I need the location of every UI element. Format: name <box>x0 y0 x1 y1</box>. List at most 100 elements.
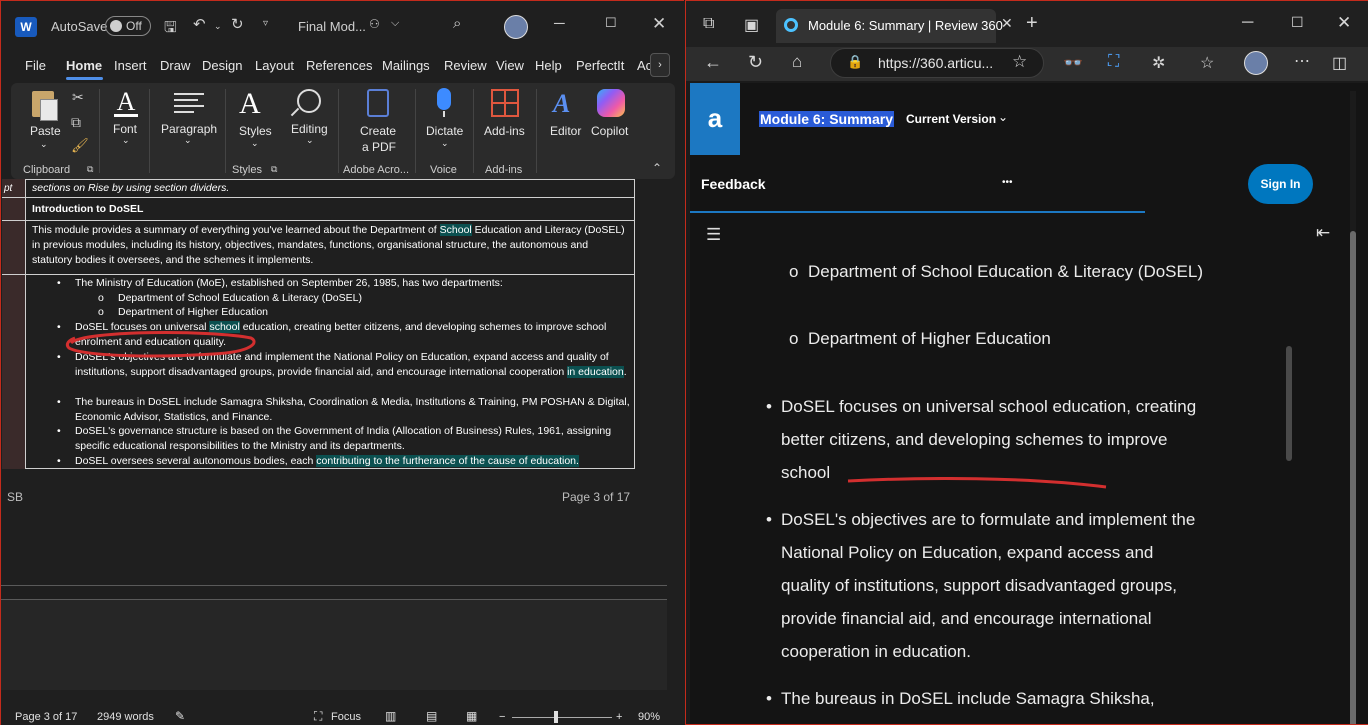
workspaces-icon[interactable]: ⧉ <box>703 15 714 33</box>
version-selector[interactable]: Current Version <box>906 112 996 126</box>
editing-button[interactable]: Editing <box>291 122 328 136</box>
doc-sub-bullet-1[interactable]: Department of School Education & Literac… <box>118 291 362 306</box>
back-icon[interactable]: ← <box>704 52 722 73</box>
close-icon[interactable]: ✕ <box>652 14 666 34</box>
autosave-toggle[interactable]: Off <box>105 16 151 36</box>
tab-actions-icon[interactable]: ▣ <box>744 15 759 35</box>
maximize-icon[interactable]: ☐ <box>1291 14 1304 31</box>
focus-icon[interactable]: ⛶ <box>314 709 322 724</box>
addins-button[interactable]: Add-ins <box>484 124 525 138</box>
doc-bullet-4[interactable]: The bureaus in DoSEL include Samagra Shi… <box>75 395 631 425</box>
paste-dropdown-icon[interactable]: ⌄ <box>40 139 48 150</box>
coauthor-icon[interactable]: ⚇ <box>369 17 380 31</box>
menu-references[interactable]: References <box>306 58 372 73</box>
favorite-star-icon[interactable]: ☆ <box>1012 52 1027 72</box>
undo-icon[interactable]: ↶ <box>193 15 206 33</box>
editing-icon[interactable] <box>297 89 321 113</box>
paragraph-icon[interactable] <box>174 91 204 115</box>
undo-dropdown-icon[interactable]: ⌄ <box>214 21 222 32</box>
screenshot-icon[interactable]: ⛶ <box>1108 53 1119 71</box>
minimize-icon[interactable]: ─ <box>1242 14 1253 32</box>
refresh-icon[interactable]: ↻ <box>748 52 763 73</box>
create-pdf-button-line2[interactable]: a PDF <box>362 140 396 154</box>
zoom-level[interactable]: 90% <box>638 711 660 723</box>
page-scrollbar[interactable] <box>1350 91 1356 724</box>
content-scrollbar-thumb[interactable] <box>1286 346 1292 461</box>
editing-dropdown-icon[interactable]: ⌄ <box>306 135 314 146</box>
zoom-out-icon[interactable]: − <box>499 711 505 723</box>
profile-avatar[interactable] <box>1244 51 1268 75</box>
favorites-icon[interactable]: ☆ <box>1200 53 1214 73</box>
copilot-sidebar-icon[interactable]: ◫ <box>1332 53 1347 73</box>
paste-button[interactable]: Paste <box>30 124 61 138</box>
copilot-icon[interactable] <box>597 89 625 117</box>
save-icon[interactable]: 🖫 <box>164 17 177 42</box>
styles-dropdown-icon[interactable]: ⌄ <box>251 138 259 149</box>
collapse-sidebar-icon[interactable]: ⇤ <box>1316 223 1330 243</box>
lock-icon[interactable]: 🔒 <box>847 54 863 70</box>
doc-heading[interactable]: Introduction to DoSEL <box>32 202 143 217</box>
create-pdf-icon[interactable] <box>367 89 389 117</box>
proofing-icon[interactable]: ✎ <box>175 709 185 723</box>
font-dropdown-icon[interactable]: ⌄ <box>122 135 130 146</box>
customize-icon[interactable]: ▿ <box>263 18 268 29</box>
doc-bullet-5[interactable]: DoSEL's governance structure is based on… <box>75 424 631 454</box>
font-icon[interactable]: A <box>114 87 138 116</box>
cut-icon[interactable]: ✂ <box>72 89 84 106</box>
sign-in-button[interactable]: Sign In <box>1248 164 1313 204</box>
maximize-icon[interactable]: ☐ <box>605 15 617 31</box>
menu-design[interactable]: Design <box>202 58 242 73</box>
paste-icon[interactable] <box>30 89 58 121</box>
tab-title[interactable]: Module 6: Summary | Review 360 <box>808 18 1003 33</box>
ribbon-scroll-right-icon[interactable]: › <box>650 53 670 77</box>
status-page[interactable]: Page 3 of 17 <box>15 711 77 723</box>
document-title[interactable]: Final Mod... <box>298 19 366 34</box>
new-tab-icon[interactable]: + <box>1026 12 1038 35</box>
extensions-icon[interactable]: ✲ <box>1152 53 1165 73</box>
menu-help[interactable]: Help <box>535 58 562 73</box>
close-icon[interactable]: ✕ <box>1337 13 1351 33</box>
menu-review[interactable]: Review <box>444 58 487 73</box>
dictate-button[interactable]: Dictate <box>426 124 463 138</box>
doc-bullet-6[interactable]: DoSEL oversees several autonomous bodies… <box>75 454 631 469</box>
zoom-slider-thumb[interactable] <box>554 711 558 723</box>
microphone-icon[interactable] <box>437 88 451 110</box>
editor-icon[interactable]: A <box>553 89 570 119</box>
create-pdf-button[interactable]: Create <box>360 124 396 138</box>
menu-home[interactable]: Home <box>66 58 102 73</box>
status-words[interactable]: 2949 words <box>97 711 154 723</box>
minimize-icon[interactable]: ─ <box>554 15 565 32</box>
profile-avatar[interactable] <box>504 15 528 39</box>
print-layout-icon[interactable]: ▤ <box>426 709 437 723</box>
styles-launcher-icon[interactable]: ⧉ <box>271 164 277 175</box>
tab-close-icon[interactable]: ✕ <box>1001 15 1013 32</box>
doc-bullet-1[interactable]: The Ministry of Education (MoE), establi… <box>75 276 631 291</box>
styles-button[interactable]: Styles <box>239 124 272 138</box>
menu-view[interactable]: View <box>496 58 524 73</box>
chevron-down-icon[interactable]: ⌄ <box>998 110 1008 124</box>
doc-paragraph[interactable]: This module provides a summary of everyt… <box>32 223 630 268</box>
search-icon[interactable]: ⌕ <box>453 15 461 32</box>
zoom-slider-track[interactable] <box>512 717 612 718</box>
feedback-label[interactable]: Feedback <box>701 176 766 192</box>
chevron-down-icon[interactable]: ⌵ <box>391 17 399 30</box>
styles-icon[interactable]: A <box>239 87 261 121</box>
status-focus[interactable]: Focus <box>331 711 361 723</box>
paragraph-button[interactable]: Paragraph <box>161 122 217 136</box>
doc-row0[interactable]: sections on Rise by using section divide… <box>32 181 229 196</box>
menu-icon[interactable]: ☰ <box>706 225 721 245</box>
dictate-dropdown-icon[interactable]: ⌄ <box>441 138 449 149</box>
menu-layout[interactable]: Layout <box>255 58 294 73</box>
addins-icon[interactable] <box>491 89 519 117</box>
format-painter-icon[interactable]: 🖌 <box>71 137 89 154</box>
menu-draw[interactable]: Draw <box>160 58 190 73</box>
redo-icon[interactable]: ↻ <box>231 15 244 33</box>
page-scrollbar-thumb[interactable] <box>1350 231 1356 724</box>
more-icon[interactable]: ⋯ <box>1294 51 1310 71</box>
menu-file[interactable]: File <box>25 58 46 73</box>
copilot-button[interactable]: Copilot <box>591 124 628 138</box>
copy-icon[interactable]: ⧉ <box>71 114 81 131</box>
clipboard-launcher-icon[interactable]: ⧉ <box>87 164 93 175</box>
web-layout-icon[interactable]: ▦ <box>466 709 477 723</box>
doc-sub-bullet-2[interactable]: Department of Higher Education <box>118 305 268 320</box>
